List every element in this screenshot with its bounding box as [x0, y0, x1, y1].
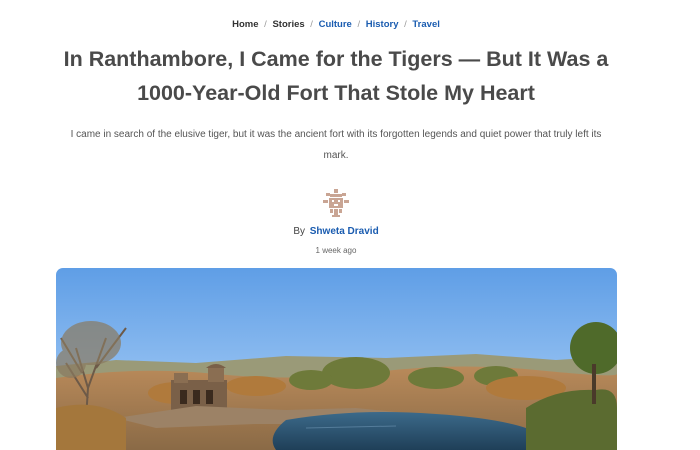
article-title: In Ranthambore, I Came for the Tigers — … [63, 47, 609, 105]
breadcrumb-culture[interactable]: Culture [319, 19, 352, 30]
breadcrumb-history[interactable]: History [366, 19, 399, 30]
author-link[interactable]: Shweta Dravid [310, 226, 379, 237]
fort-lake-landscape-photo [56, 268, 617, 450]
article-subtitle: I came in search of the elusive tiger, b… [70, 129, 602, 161]
breadcrumb-travel[interactable]: Travel [412, 19, 439, 30]
breadcrumb-stories[interactable]: Stories [272, 19, 304, 30]
breadcrumb-separator: / [357, 19, 361, 30]
breadcrumb-home[interactable]: Home [232, 19, 258, 30]
byline-prefix: By [293, 226, 305, 237]
publish-date: 1 week ago [315, 246, 357, 255]
hero-image [56, 268, 617, 450]
ornamental-avatar-icon [323, 189, 349, 217]
breadcrumb-separator: / [310, 19, 313, 30]
breadcrumb-separator: / [264, 19, 267, 30]
article-page: Home / Stories / Culture / History / Tra… [0, 0, 700, 450]
breadcrumb: Home / Stories / Culture / History / Tra… [0, 19, 672, 30]
author-avatar[interactable] [321, 188, 351, 218]
breadcrumb-separator: / [404, 19, 407, 30]
byline: By Shweta Dravid [0, 226, 672, 237]
